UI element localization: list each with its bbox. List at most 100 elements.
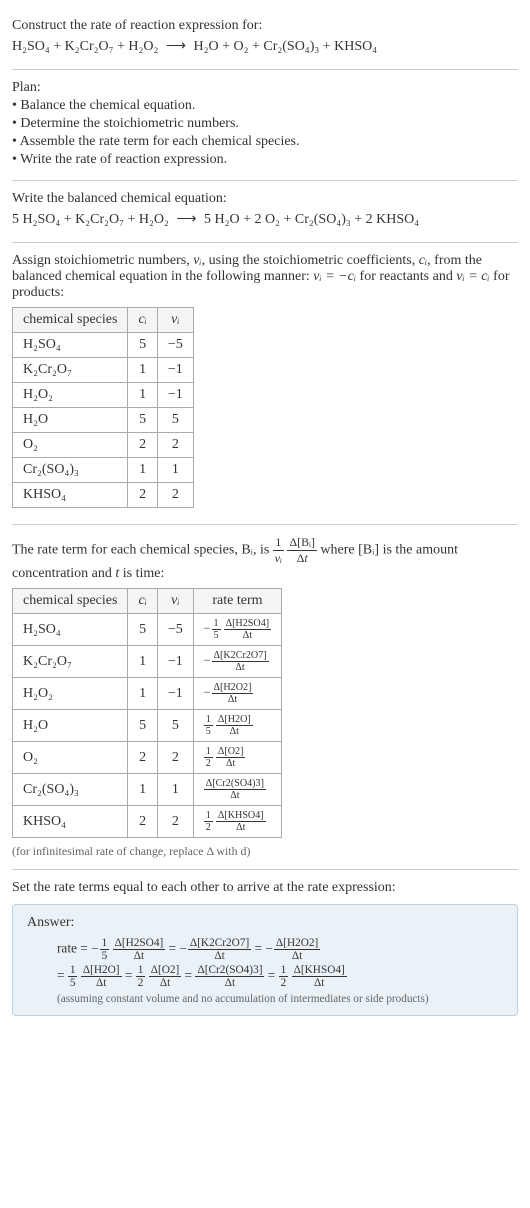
delta-frac: Δ[H2SO4]Δt bbox=[224, 618, 272, 641]
cell-rate: 12 Δ[KHSO4]Δt bbox=[193, 806, 281, 838]
cell-species: H₂O₂ bbox=[13, 678, 128, 710]
general-rate-frac: 1νᵢ bbox=[273, 535, 284, 566]
cell-species: Cr₂(SO₄)₃ bbox=[13, 774, 128, 806]
delta-frac: Δ[Cr2(SO4)3]Δt bbox=[195, 964, 264, 989]
assumption-note: (assuming constant volume and no accumul… bbox=[57, 993, 503, 1005]
table-row: K₂Cr₂O₇1−1 bbox=[13, 358, 194, 383]
rate-expression-line2: = 15 Δ[H2O]Δt = 12 Δ[O2]Δt = Δ[Cr2(SO4)3… bbox=[57, 964, 503, 989]
cell-nu: 2 bbox=[157, 742, 193, 774]
eq-lhs: 5 H₂SO₄ + K₂Cr₂O₇ + H₂O₂ bbox=[12, 212, 169, 227]
cell-nu: 5 bbox=[157, 710, 193, 742]
final-intro: Set the rate terms equal to each other t… bbox=[12, 880, 518, 896]
unbalanced-equation: H₂SO₄ + K₂Cr₂O₇ + H₂O₂ ⟶ H₂O + O₂ + Cr₂(… bbox=[12, 38, 518, 55]
cell-rate: 12 Δ[O2]Δt bbox=[193, 742, 281, 774]
rate-term-section: The rate term for each chemical species,… bbox=[12, 525, 518, 870]
stoich-table: chemical species cᵢ νᵢ H₂SO₄5−5 K₂Cr₂O₇1… bbox=[12, 307, 194, 508]
delta-frac: Δ[H2O2]Δt bbox=[274, 937, 320, 962]
cell-c: 2 bbox=[128, 433, 157, 458]
cell-rate: −15 Δ[H2SO4]Δt bbox=[193, 614, 281, 646]
delta-frac: Δ[O2]Δt bbox=[216, 746, 246, 769]
header-nu: νᵢ bbox=[157, 589, 193, 614]
plan-item: • Assemble the rate term for each chemic… bbox=[12, 134, 518, 150]
delta-frac: Δ[H2O2]Δt bbox=[212, 682, 254, 705]
plan-section: Plan: • Balance the chemical equation. •… bbox=[12, 70, 518, 181]
text: , using the stoichiometric coefficients, bbox=[202, 253, 419, 268]
coef-frac: 15 bbox=[212, 618, 221, 641]
cell-nu: −5 bbox=[157, 614, 193, 646]
cell-rate: −Δ[K2Cr2O7]Δt bbox=[193, 646, 281, 678]
table-row: Cr₂(SO₄)₃11 bbox=[13, 458, 194, 483]
table-row: O₂22 bbox=[13, 433, 194, 458]
cell-nu: −5 bbox=[157, 333, 193, 358]
delta-frac: Δ[Cr2(SO4)3]Δt bbox=[204, 778, 266, 801]
cell-nu: 1 bbox=[157, 458, 193, 483]
cell-species: Cr₂(SO₄)₃ bbox=[13, 458, 128, 483]
header-nu: νᵢ bbox=[157, 308, 193, 333]
cell-c: 1 bbox=[128, 358, 157, 383]
coef-frac: 12 bbox=[279, 964, 289, 989]
table-row: H₂O55 bbox=[13, 408, 194, 433]
cell-nu: −1 bbox=[157, 358, 193, 383]
rate-term-intro: The rate term for each chemical species,… bbox=[12, 535, 518, 582]
stoich-intro: Assign stoichiometric numbers, νᵢ, using… bbox=[12, 253, 518, 301]
coef-frac: 15 bbox=[204, 714, 213, 737]
cell-species: H₂O bbox=[13, 408, 128, 433]
sign: − bbox=[204, 621, 211, 635]
delta-frac: Δ[K2Cr2O7]Δt bbox=[212, 650, 269, 673]
prod-rule: νᵢ = cᵢ bbox=[456, 269, 489, 284]
cell-rate: Δ[Cr2(SO4)3]Δt bbox=[193, 774, 281, 806]
cell-c: 5 bbox=[128, 710, 157, 742]
cell-nu: 5 bbox=[157, 408, 193, 433]
rate-expression-line1: rate = −15 Δ[H2SO4]Δt = −Δ[K2Cr2O7]Δt = … bbox=[57, 937, 503, 962]
cell-species: H₂SO₄ bbox=[13, 614, 128, 646]
cell-species: KHSO₄ bbox=[13, 806, 128, 838]
cell-nu: −1 bbox=[157, 678, 193, 710]
cell-c: 1 bbox=[128, 646, 157, 678]
table-row: H₂O₂ 1 −1 −Δ[H2O2]Δt bbox=[13, 678, 282, 710]
table-row: H₂SO₄ 5 −5 −15 Δ[H2SO4]Δt bbox=[13, 614, 282, 646]
nu-symbol: νᵢ bbox=[193, 253, 201, 268]
balanced-section: Write the balanced chemical equation: 5 … bbox=[12, 181, 518, 243]
table-header-row: chemical species cᵢ νᵢ rate term bbox=[13, 589, 282, 614]
cell-species: O₂ bbox=[13, 433, 128, 458]
react-rule: νᵢ = −cᵢ bbox=[313, 269, 356, 284]
prompt-section: Construct the rate of reaction expressio… bbox=[12, 8, 518, 70]
cell-species: K₂Cr₂O₇ bbox=[13, 646, 128, 678]
cell-c: 2 bbox=[128, 806, 157, 838]
cell-nu: −1 bbox=[157, 383, 193, 408]
cell-nu: 2 bbox=[157, 483, 193, 508]
eq-lhs: H₂SO₄ + K₂Cr₂O₇ + H₂O₂ bbox=[12, 39, 158, 54]
final-section: Set the rate terms equal to each other t… bbox=[12, 870, 518, 1026]
cell-species: H₂SO₄ bbox=[13, 333, 128, 358]
cell-species: K₂Cr₂O₇ bbox=[13, 358, 128, 383]
cell-nu: 1 bbox=[157, 774, 193, 806]
answer-box: Answer: rate = −15 Δ[H2SO4]Δt = −Δ[K2Cr2… bbox=[12, 904, 518, 1016]
cell-species: H₂O bbox=[13, 710, 128, 742]
header-species: chemical species bbox=[13, 589, 128, 614]
cell-c: 5 bbox=[128, 614, 157, 646]
header-rate: rate term bbox=[193, 589, 281, 614]
delta-frac: Δ[H2O]Δt bbox=[216, 714, 253, 737]
cell-species: H₂O₂ bbox=[13, 383, 128, 408]
delta-frac: Δ[O2]Δt bbox=[149, 964, 182, 989]
text: for reactants and bbox=[356, 269, 456, 284]
table-row: H₂O₂1−1 bbox=[13, 383, 194, 408]
delta-frac: Δ[KHSO4]Δt bbox=[292, 964, 347, 989]
delta-note: (for infinitesimal rate of change, repla… bbox=[12, 844, 518, 859]
sign: − bbox=[204, 685, 211, 699]
delta-frac: Δ[KHSO4]Δt bbox=[216, 810, 266, 833]
rate-term-table: chemical species cᵢ νᵢ rate term H₂SO₄ 5… bbox=[12, 588, 282, 838]
cell-nu: 2 bbox=[157, 433, 193, 458]
table-row: H₂O 5 5 15 Δ[H2O]Δt bbox=[13, 710, 282, 742]
answer-label: Answer: bbox=[27, 915, 503, 931]
text: The rate term for each chemical species,… bbox=[12, 543, 273, 558]
stoich-section: Assign stoichiometric numbers, νᵢ, using… bbox=[12, 243, 518, 525]
prompt-line1: Construct the rate of reaction expressio… bbox=[12, 18, 518, 34]
coef-frac: 15 bbox=[68, 964, 78, 989]
arrow-icon: ⟶ bbox=[166, 39, 186, 54]
cell-c: 1 bbox=[128, 678, 157, 710]
table-row: O₂ 2 2 12 Δ[O2]Δt bbox=[13, 742, 282, 774]
plan-label: Plan: bbox=[12, 80, 518, 96]
table-row: KHSO₄22 bbox=[13, 483, 194, 508]
sign: − bbox=[204, 653, 211, 667]
